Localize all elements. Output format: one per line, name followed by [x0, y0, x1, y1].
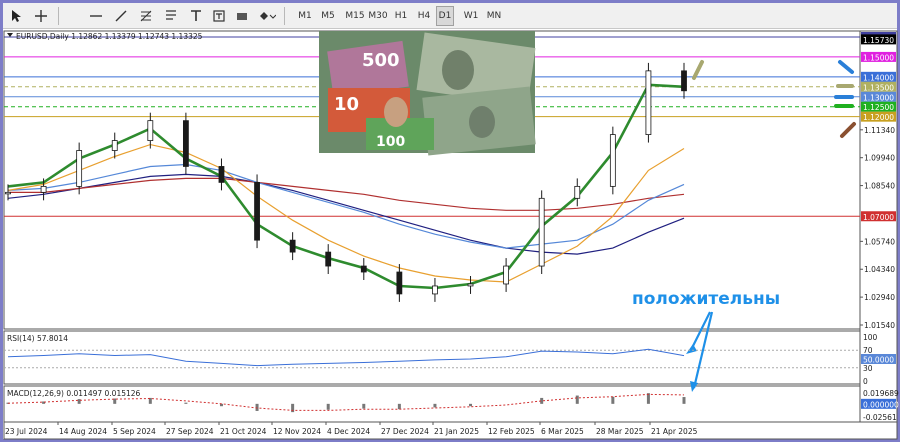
- time-label: 5 Sep 2024: [113, 427, 156, 436]
- price-bar-body: [574, 185, 581, 199]
- time-label: 28 Mar 2025: [596, 427, 644, 436]
- time-label: 21 Apr 2025: [651, 427, 698, 436]
- macd-axis-label: -0.02561: [863, 413, 897, 422]
- portrait: [442, 50, 474, 90]
- price-label: 1.12500: [863, 103, 894, 112]
- price-label: 1.07000: [863, 213, 894, 222]
- price-bar-body: [360, 265, 367, 273]
- portrait: [469, 106, 495, 138]
- price-bar-body: [254, 181, 260, 241]
- price-label: 1.01540: [864, 321, 895, 330]
- price-label: 1.02940: [864, 293, 895, 302]
- time-label: 27 Sep 2024: [166, 427, 214, 436]
- price-label: 1.11340: [864, 126, 895, 135]
- price-bar-body: [218, 166, 225, 183]
- price-label: 1.15000: [863, 53, 894, 62]
- time-label: 4 Dec 2024: [327, 427, 370, 436]
- price-bar-body: [432, 285, 438, 295]
- time-label: 6 Mar 2025: [541, 427, 584, 436]
- chart-canvas: 1.160001.157301.150001.140001.135001.130…: [3, 30, 899, 440]
- price-bar-body: [111, 140, 118, 151]
- price-bar-body: [645, 70, 652, 135]
- macd-header: MACD(12,26,9) 0.011497 0.015126: [7, 389, 141, 398]
- price-bar-body: [681, 70, 687, 92]
- price-bar-body: [147, 120, 154, 141]
- price-label: 1.14000: [863, 73, 894, 82]
- price-label: 1.13000: [863, 93, 894, 102]
- rsi-axis-label: 30: [863, 364, 873, 373]
- time-label: 21 Jan 2025: [434, 427, 479, 436]
- macd-axis-label: 0.019689: [863, 389, 899, 398]
- price-label: 1.15730: [863, 36, 894, 45]
- price-bar-body: [396, 271, 403, 295]
- price-bar-body: [5, 191, 11, 195]
- banknote-value: 500: [362, 50, 400, 71]
- price-bar-body: [40, 185, 47, 193]
- time-label: 21 Oct 2024: [220, 427, 267, 436]
- rsi-axis-label: 0: [863, 377, 868, 386]
- rsi-axis-label: 70: [863, 346, 873, 355]
- banknote-value: 100: [376, 134, 405, 150]
- price-bar-body: [182, 120, 189, 167]
- chart-header: EURUSD,Daily 1.12862 1.13379 1.12743 1.1…: [16, 32, 203, 41]
- currency-inset-image: 500 10 100: [319, 31, 536, 156]
- price-label: 1.05740: [864, 237, 895, 246]
- time-label: 12 Feb 2025: [488, 427, 535, 436]
- price-label: 1.09940: [864, 154, 895, 163]
- price-label: 1.08540: [864, 182, 895, 191]
- price-bar-body: [467, 283, 474, 287]
- price-bar-body: [325, 251, 332, 267]
- price-label: 1.04340: [864, 265, 895, 274]
- macd-axis-label: 0.000000: [863, 400, 899, 409]
- price-bar-body: [76, 150, 83, 187]
- price-bar-body: [503, 265, 510, 285]
- price-bar-body: [538, 197, 545, 267]
- banknote-value: 10: [334, 94, 359, 115]
- rsi-current-label: 50.0000: [863, 356, 894, 365]
- portrait: [384, 97, 408, 127]
- time-label: 23 Jul 2024: [5, 427, 48, 436]
- time-label: 27 Dec 2024: [381, 427, 429, 436]
- price-bar-body: [289, 239, 296, 253]
- time-label: 12 Nov 2024: [273, 427, 321, 436]
- price-label: 1.13500: [863, 83, 894, 92]
- price-label: 1.12000: [863, 113, 894, 122]
- annotation-text: положительны: [632, 289, 780, 309]
- time-label: 14 Aug 2024: [59, 427, 107, 436]
- rsi-axis-label: 100: [863, 333, 878, 342]
- rsi-pane: [3, 330, 861, 385]
- price-bar-body: [609, 134, 616, 187]
- rsi-header: RSI(14) 57.8014: [7, 334, 68, 343]
